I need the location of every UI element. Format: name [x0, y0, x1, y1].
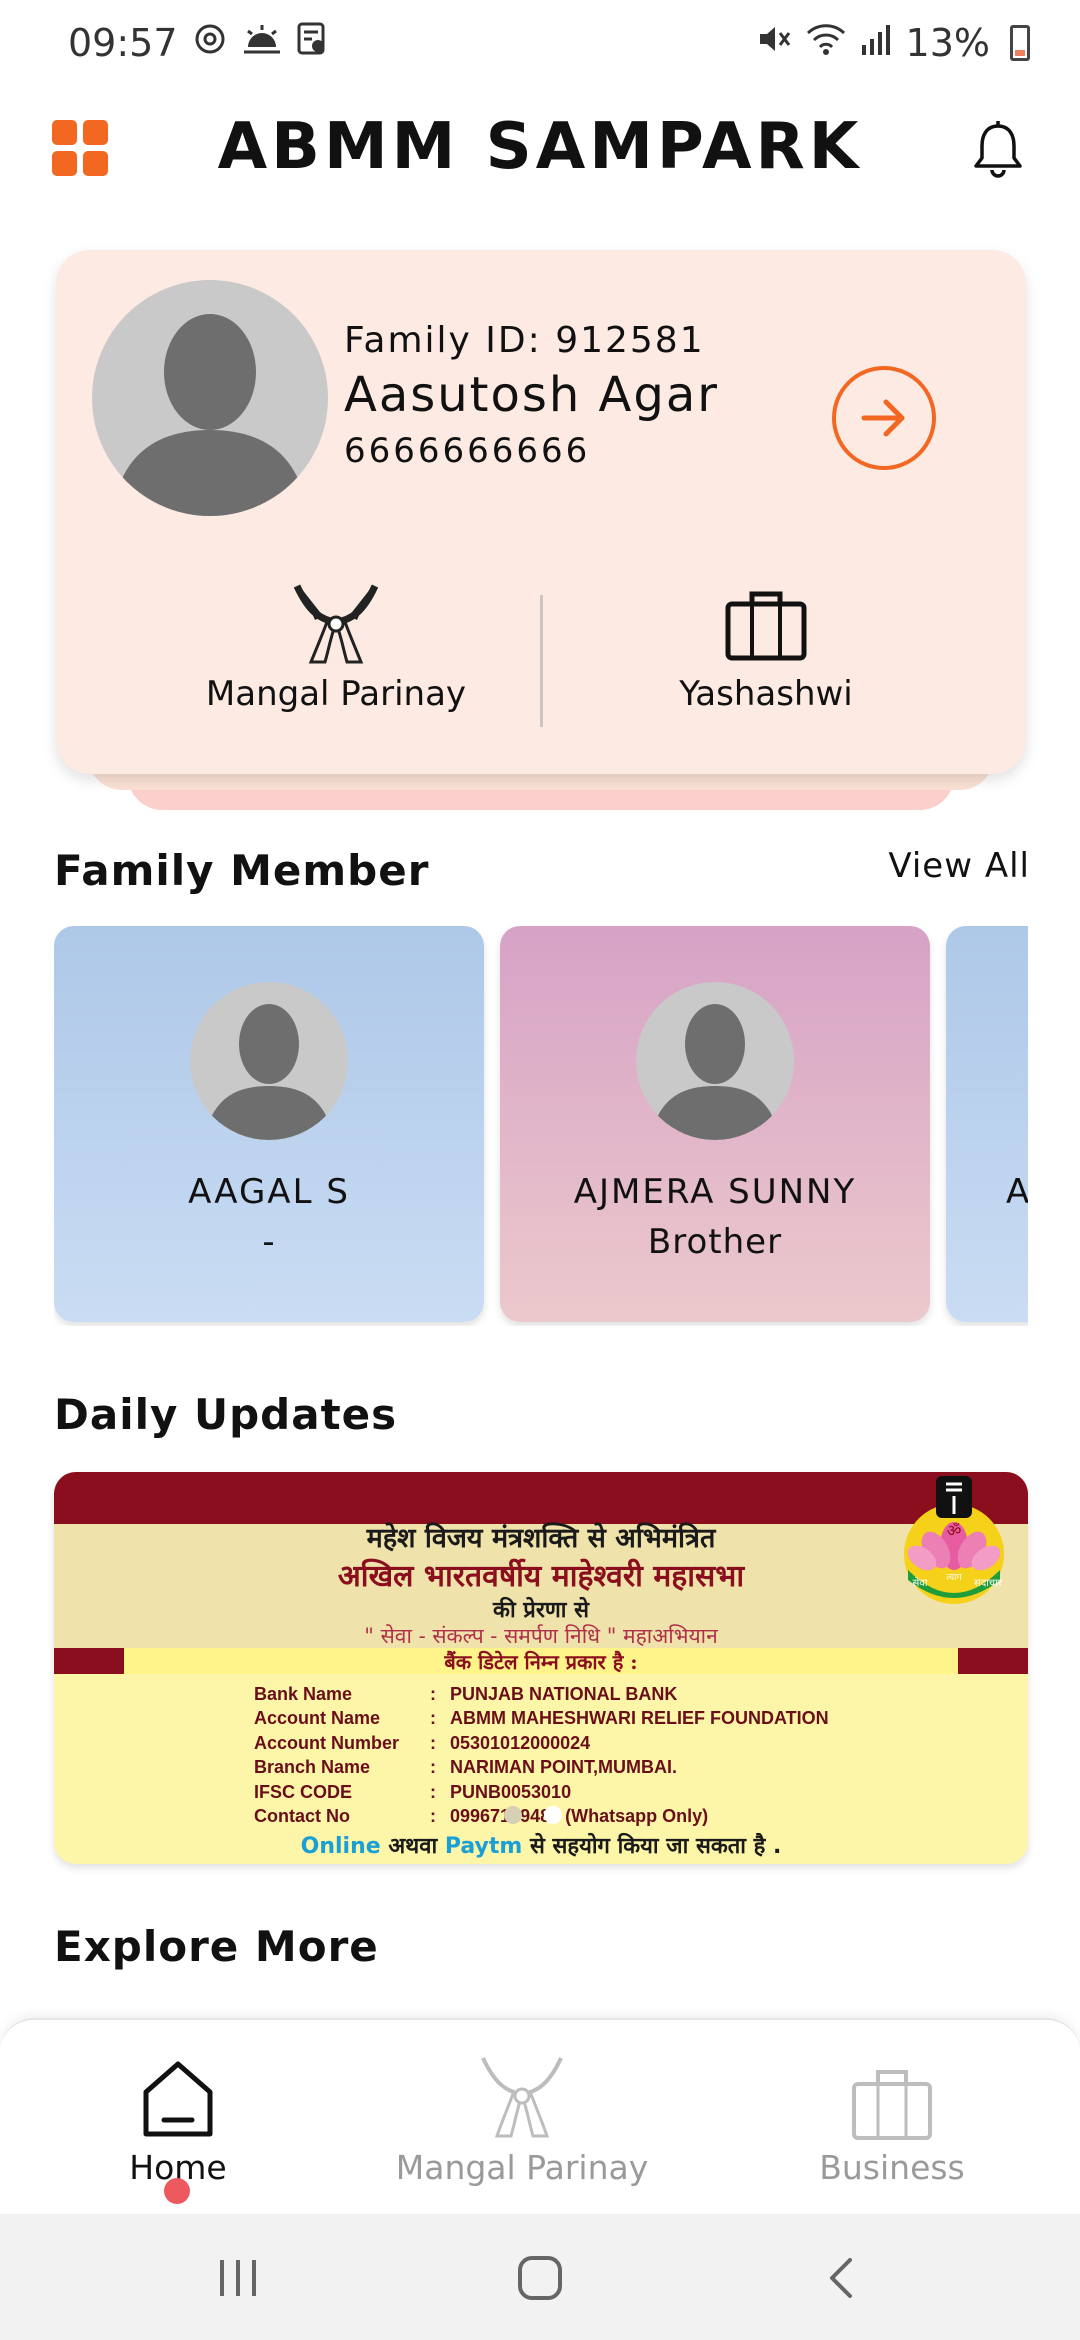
member-card[interactable]: A — [946, 926, 1028, 1322]
explore-more-heading: Explore More — [54, 1922, 379, 1971]
nav-mangal-parinay[interactable]: Mangal Parinay — [372, 2050, 672, 2187]
family-member-heading: Family Member — [54, 846, 430, 895]
carousel-dot-active[interactable] — [544, 1806, 562, 1824]
nav-business-label: Business — [819, 2148, 965, 2187]
active-tab-indicator — [164, 2178, 190, 2204]
svg-text:ॐ: ॐ — [947, 1521, 962, 1540]
banner-line: बैंक डिटेल निम्न प्रकार है : — [444, 1650, 638, 1674]
member-card[interactable]: AJMERA SUNNY Brother — [500, 926, 930, 1322]
member-relation: Brother — [647, 1222, 783, 1262]
app-bar: ABMM SAMPARK — [0, 100, 1080, 200]
nav-business[interactable]: Business — [742, 2050, 1042, 2187]
battery-percent: 13% — [905, 21, 990, 65]
yashashwi-label: Yashashwi — [679, 674, 853, 714]
system-navigation — [0, 2214, 1080, 2340]
daily-updates-heading: Daily Updates — [54, 1390, 398, 1439]
member-card[interactable]: AAGAL S - — [54, 926, 484, 1322]
profile-name: Aasutosh Agar — [344, 367, 720, 423]
banner-line: महेश विजय मंत्रशक्ति से अभिमंत्रित — [366, 1523, 716, 1554]
svg-text:त्याग: त्याग — [946, 1573, 962, 1583]
recents-icon[interactable] — [198, 2248, 278, 2308]
banner-footer: Online अथवा Paytm से सहयोग किया जा सकता … — [300, 1834, 782, 1859]
avatar — [92, 280, 328, 516]
app-title: ABMM SAMPARK — [217, 110, 863, 184]
status-right: 13% — [756, 21, 1030, 65]
carousel-dot[interactable] — [504, 1806, 522, 1824]
member-name: A — [1006, 1172, 1028, 1212]
garland-icon — [186, 580, 486, 670]
profile-phone: 6666666666 — [344, 431, 591, 471]
divider — [540, 595, 543, 727]
nav-mangal-parinay-label: Mangal Parinay — [395, 2148, 649, 2187]
family-members-carousel[interactable]: AAGAL S - AJMERA SUNNY Brother A — [54, 926, 1028, 1326]
battery-icon — [1010, 25, 1030, 61]
home-icon — [28, 2050, 328, 2142]
status-bar: 09:57 13% — [0, 0, 1080, 86]
briefcase-icon — [616, 580, 916, 670]
carousel-indicator[interactable] — [504, 1806, 562, 1824]
avatar — [190, 982, 348, 1140]
mute-icon — [756, 21, 792, 65]
member-name: AAGAL S — [188, 1172, 350, 1212]
garland-icon — [372, 2050, 672, 2142]
banner-headline: अखिल भारतवर्षीय माहेश्वरी महासभा — [337, 1559, 745, 1594]
wifi-icon — [806, 21, 846, 65]
member-name: AJMERA SUNNY — [573, 1172, 857, 1212]
view-all-link[interactable]: View All — [888, 846, 1030, 886]
mangal-parinay-label: Mangal Parinay — [205, 674, 467, 714]
briefcase-icon — [742, 2050, 1042, 2142]
daily-update-banner[interactable]: महेश विजय मंत्रशक्ति से अभिमंत्रित अखिल … — [54, 1472, 1028, 1864]
back-icon[interactable] — [802, 2248, 882, 2308]
member-relation: - — [262, 1222, 276, 1262]
home-button-icon[interactable] — [500, 2248, 580, 2308]
arrow-right-icon — [861, 399, 905, 437]
banner-line: " सेवा - संकल्प - समर्पण निधि " महाअभिया… — [364, 1624, 718, 1648]
status-time: 09:57 — [68, 21, 178, 65]
bank-row: Account Name: ABMM MAHESHWARI RELIEF FOUN… — [254, 1708, 829, 1729]
profile-card[interactable]: Family ID: 912581 Aasutosh Agar 66666666… — [56, 250, 1026, 774]
mahasabha-logo: ॐ सेवा त्याग सदाचार — [884, 1476, 1024, 1606]
weather-icon — [242, 21, 282, 65]
profile-info: Family ID: 912581 Aasutosh Agar 66666666… — [344, 320, 719, 471]
svg-text:सेवा: सेवा — [913, 1577, 928, 1589]
bank-row: IFSC CODE: PUNB0053010 — [254, 1781, 572, 1802]
nav-home[interactable]: Home — [28, 2050, 328, 2187]
status-left: 09:57 — [68, 21, 328, 65]
avatar — [636, 982, 794, 1140]
mangal-parinay-action[interactable]: Mangal Parinay — [186, 580, 486, 714]
svg-text:सदाचार: सदाचार — [974, 1578, 1003, 1589]
signal-icon — [860, 21, 892, 65]
note-icon — [296, 21, 328, 65]
bank-row: Bank Name: PUNJAB NATIONAL BANK — [254, 1683, 678, 1704]
yashashwi-action[interactable]: Yashashwi — [616, 580, 916, 714]
bank-row: Account Number:05301012000024 — [254, 1732, 591, 1753]
family-id: Family ID: 912581 — [344, 320, 705, 361]
banner-line: की प्रेरणा से — [493, 1597, 589, 1623]
sync-icon — [192, 21, 228, 65]
bank-row: Branch Name: NARIMAN POINT,MUMBAI. — [254, 1757, 677, 1778]
bottom-navigation: Home Mangal Parinay Business — [0, 2018, 1080, 2214]
open-profile-button[interactable] — [832, 366, 936, 470]
bell-icon[interactable] — [966, 118, 1030, 182]
